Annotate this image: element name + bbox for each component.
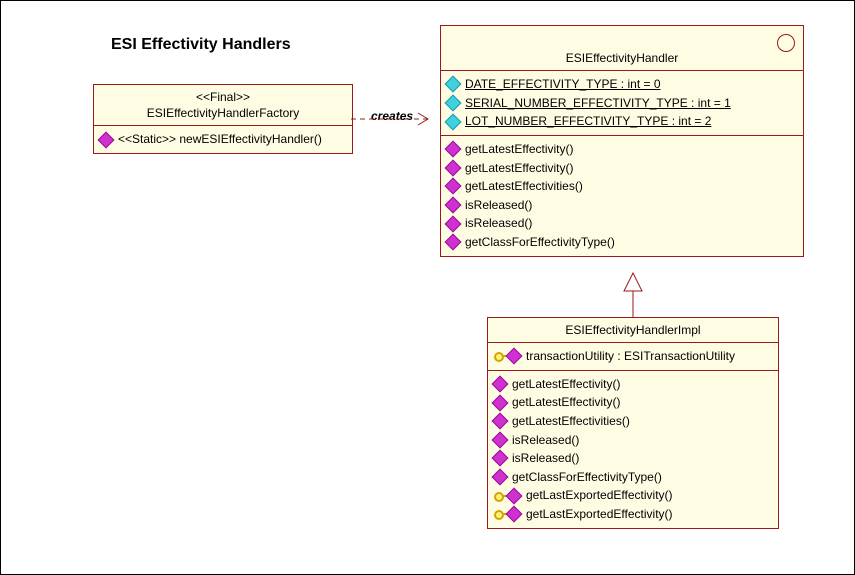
class-impl: ESIEffectivityHandlerImpl transactionUti… bbox=[487, 317, 779, 529]
class-method: isReleased() bbox=[447, 196, 797, 215]
class-attribute: LOT_NUMBER_EFFECTIVITY_TYPE : int = 2 bbox=[447, 112, 797, 131]
visibility-icon bbox=[445, 197, 462, 214]
class-handler-name: ESIEffectivityHandler bbox=[447, 50, 797, 66]
attribute-text: DATE_EFFECTIVITY_TYPE : int = 0 bbox=[465, 75, 661, 94]
class-method: isReleased() bbox=[494, 431, 772, 450]
visibility-icon bbox=[492, 394, 509, 411]
method-text: getLatestEffectivity() bbox=[512, 375, 621, 394]
interface-icon bbox=[777, 34, 795, 52]
method-text: getLastExportedEffectivity() bbox=[526, 505, 673, 524]
creates-label: creates bbox=[371, 109, 413, 123]
class-method: getLatestEffectivities() bbox=[447, 177, 797, 196]
class-factory-header: <<Final>> ESIEffectivityHandlerFactory bbox=[94, 85, 352, 126]
class-attribute: transactionUtility : ESITransactionUtili… bbox=[494, 347, 772, 366]
method-text: getClassForEffectivityType() bbox=[512, 468, 662, 487]
visibility-icon bbox=[445, 215, 462, 232]
diagram-title: ESI Effectivity Handlers bbox=[111, 36, 291, 54]
class-method: isReleased() bbox=[494, 449, 772, 468]
static-attr-icon bbox=[445, 76, 462, 93]
class-handler-header: ESIEffectivityHandler bbox=[441, 26, 803, 71]
class-handler-methods: getLatestEffectivity()getLatestEffectivi… bbox=[441, 136, 803, 256]
visibility-icon bbox=[445, 178, 462, 195]
class-factory-name: ESIEffectivityHandlerFactory bbox=[100, 105, 346, 121]
class-method: getLatestEffectivity() bbox=[447, 159, 797, 178]
class-attribute: SERIAL_NUMBER_EFFECTIVITY_TYPE : int = 1 bbox=[447, 94, 797, 113]
method-text: getLatestEffectivities() bbox=[512, 412, 630, 431]
class-method: getLastExportedEffectivity() bbox=[494, 505, 772, 524]
visibility-icon bbox=[492, 450, 509, 467]
visibility-icon bbox=[492, 413, 509, 430]
attribute-text: transactionUtility : ESITransactionUtili… bbox=[526, 347, 735, 366]
method-text: isReleased() bbox=[512, 449, 579, 468]
attribute-text: SERIAL_NUMBER_EFFECTIVITY_TYPE : int = 1 bbox=[465, 94, 731, 113]
class-impl-name: ESIEffectivityHandlerImpl bbox=[494, 322, 772, 338]
visibility-icon bbox=[98, 131, 115, 148]
method-text: getLatestEffectivity() bbox=[465, 140, 574, 159]
class-attribute: DATE_EFFECTIVITY_TYPE : int = 0 bbox=[447, 75, 797, 94]
class-method: getLatestEffectivity() bbox=[494, 375, 772, 394]
class-method: getLatestEffectivities() bbox=[494, 412, 772, 431]
static-attr-icon bbox=[445, 113, 462, 130]
static-attr-icon bbox=[445, 95, 462, 112]
method-text: getLatestEffectivity() bbox=[512, 393, 621, 412]
visibility-icon bbox=[445, 234, 462, 251]
class-method: getLatestEffectivity() bbox=[494, 393, 772, 412]
method-text: isReleased() bbox=[512, 431, 579, 450]
visibility-icon bbox=[445, 159, 462, 176]
key-icon bbox=[494, 350, 522, 362]
class-handler: ESIEffectivityHandler DATE_EFFECTIVITY_T… bbox=[440, 25, 804, 257]
key-icon bbox=[494, 508, 522, 520]
method-text: getLastExportedEffectivity() bbox=[526, 486, 673, 505]
class-method: getLatestEffectivity() bbox=[447, 140, 797, 159]
class-method: getClassForEffectivityType() bbox=[447, 233, 797, 252]
class-factory-stereotype: <<Final>> bbox=[100, 89, 346, 105]
class-method: getClassForEffectivityType() bbox=[494, 468, 772, 487]
attribute-text: LOT_NUMBER_EFFECTIVITY_TYPE : int = 2 bbox=[465, 112, 711, 131]
diagram-canvas: ESI Effectivity Handlers <<Final>> ESIEf… bbox=[0, 0, 855, 575]
method-text: isReleased() bbox=[465, 214, 532, 233]
visibility-icon bbox=[492, 376, 509, 393]
method-text: getLatestEffectivities() bbox=[465, 177, 583, 196]
method-text: getClassForEffectivityType() bbox=[465, 233, 615, 252]
class-method: isReleased() bbox=[447, 214, 797, 233]
class-method: getLastExportedEffectivity() bbox=[494, 486, 772, 505]
method-text: getLatestEffectivity() bbox=[465, 159, 574, 178]
class-impl-header: ESIEffectivityHandlerImpl bbox=[488, 318, 778, 343]
visibility-icon bbox=[492, 469, 509, 486]
class-impl-attrs: transactionUtility : ESITransactionUtili… bbox=[488, 343, 778, 371]
class-impl-methods: getLatestEffectivity()getLatestEffectivi… bbox=[488, 371, 778, 528]
class-method: <<Static>> newESIEffectivityHandler() bbox=[100, 130, 346, 149]
key-icon bbox=[494, 490, 522, 502]
class-factory: <<Final>> ESIEffectivityHandlerFactory <… bbox=[93, 84, 353, 154]
method-text: isReleased() bbox=[465, 196, 532, 215]
class-handler-attrs: DATE_EFFECTIVITY_TYPE : int = 0SERIAL_NU… bbox=[441, 71, 803, 136]
visibility-icon bbox=[445, 141, 462, 158]
class-factory-methods: <<Static>> newESIEffectivityHandler() bbox=[94, 126, 352, 153]
method-text: <<Static>> newESIEffectivityHandler() bbox=[118, 130, 322, 149]
visibility-icon bbox=[492, 431, 509, 448]
